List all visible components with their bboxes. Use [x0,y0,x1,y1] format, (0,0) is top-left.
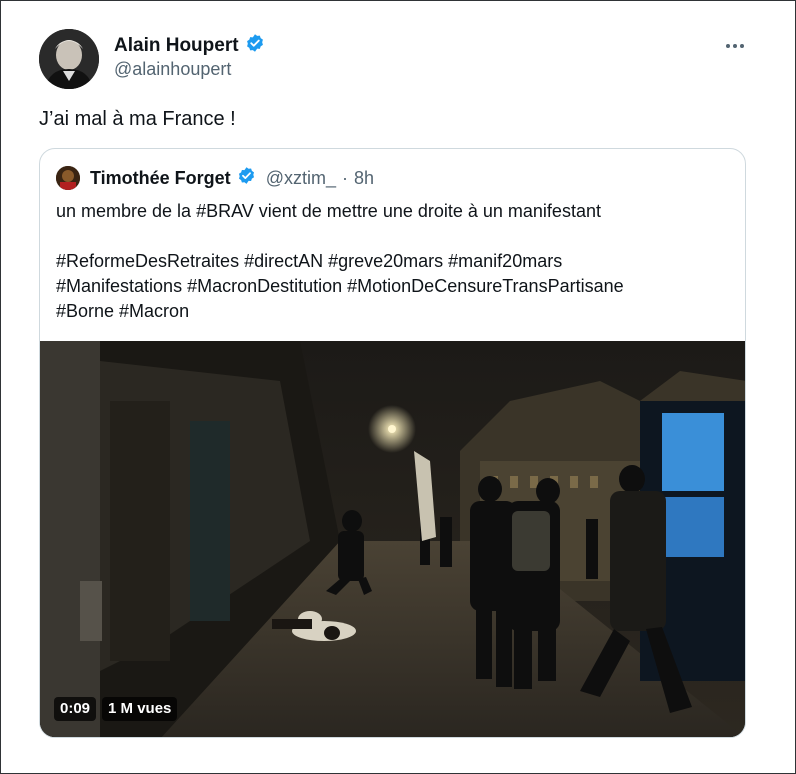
quoted-text: un membre de la #BRAV vient de mettre un… [56,199,732,324]
author-handle[interactable]: @alainhoupert [114,59,231,80]
video-player[interactable]: 0:09 1 M vues [40,341,745,737]
quoted-avatar[interactable] [56,166,80,190]
quoted-hashtags-line[interactable]: #Borne #Macron [56,299,732,324]
video-frame [40,341,745,737]
author-name[interactable]: Alain Houpert [114,35,239,57]
quoted-text-line: un membre de la #BRAV vient de mettre un… [56,201,601,221]
quoted-header: Timothée Forget @xztim_ · 8h [56,165,374,191]
quoted-hashtags-line[interactable]: #Manifestations #MacronDestitution #Moti… [56,274,732,299]
tweet-text: J’ai mal à ma France ! [39,108,236,130]
author-name-row: Alain Houpert [114,33,265,58]
more-options-button[interactable] [719,29,751,61]
video-badges: 0:09 1 M vues [54,697,178,721]
verified-badge-icon [245,33,265,58]
quoted-separator: · [341,167,348,188]
quoted-verified-badge-icon [237,166,256,190]
video-duration: 0:09 [54,697,97,721]
more-dots-icon [725,36,745,54]
quoted-name[interactable]: Timothée Forget [90,168,231,189]
author-avatar[interactable] [39,29,99,89]
tweet-card: Alain Houpert @alainhoupert J’ai mal à m… [0,0,796,774]
quoted-hashtags-line[interactable]: #ReformeDesRetraites #directAN #greve20m… [56,249,732,274]
video-views: 1 M vues [102,697,178,721]
quoted-handle[interactable]: @xztim_ [266,168,336,189]
quoted-timestamp[interactable]: 8h [354,168,374,189]
quoted-tweet[interactable]: Timothée Forget @xztim_ · 8h un membre d… [39,148,746,738]
